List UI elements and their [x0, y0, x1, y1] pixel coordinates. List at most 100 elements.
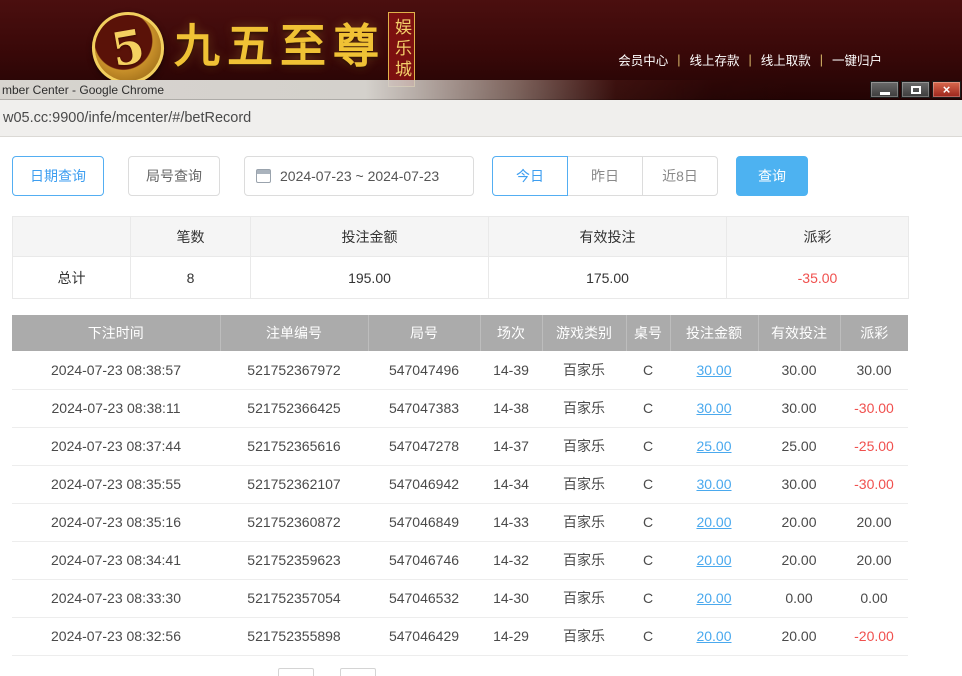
cell-game-type: 百家乐	[542, 465, 626, 503]
casino-logo: 5 九五至尊 娱乐城	[92, 4, 415, 88]
coin-logo-icon: 5	[86, 6, 169, 89]
window-title: mber Center - Google Chrome	[2, 80, 164, 100]
minimize-button[interactable]	[870, 81, 899, 98]
cell-valid-bet: 30.00	[758, 389, 840, 427]
round-query-button[interactable]: 局号查询	[128, 156, 220, 196]
cell-table-number: C	[626, 617, 670, 655]
date-range-input[interactable]: 2024-07-23 ~ 2024-07-23	[244, 156, 474, 196]
cell-payout: -30.00	[840, 389, 908, 427]
table-row: 2024-07-23 08:37:44521752365616547047278…	[12, 427, 908, 465]
pagination-button[interactable]	[278, 668, 314, 676]
logo-title: 九五至尊	[174, 4, 386, 88]
close-button[interactable]: ×	[932, 81, 961, 98]
bet-record-table: 下注时间 注单编号 局号 场次 游戏类别 桌号 投注金额 有效投注 派彩 202…	[12, 315, 908, 656]
cell-round-number: 547047496	[368, 351, 480, 389]
popup-window: mber Center - Google Chrome × w05.cc:990…	[0, 80, 962, 676]
header-bet-amount: 投注金额	[670, 315, 758, 351]
cell-session: 14-39	[480, 351, 542, 389]
summary-total-label: 总计	[13, 257, 131, 299]
cell-payout: 0.00	[840, 579, 908, 617]
cell-bet-amount-link[interactable]: 20.00	[670, 617, 758, 655]
summary-header-empty	[13, 217, 131, 257]
pagination	[278, 668, 962, 676]
yesterday-button[interactable]: 昨日	[567, 156, 643, 196]
cell-payout: -25.00	[840, 427, 908, 465]
table-row: 2024-07-23 08:38:11521752366425547047383…	[12, 389, 908, 427]
cell-bet-time: 2024-07-23 08:35:16	[12, 503, 220, 541]
summary-bet-amount-value: 195.00	[251, 257, 489, 299]
cell-table-number: C	[626, 389, 670, 427]
maximize-icon	[911, 86, 921, 94]
cell-session: 14-29	[480, 617, 542, 655]
header-session: 场次	[480, 315, 542, 351]
cell-bet-id: 521752357054	[220, 579, 368, 617]
date-query-button[interactable]: 日期查询	[12, 156, 104, 196]
minimize-icon	[880, 92, 890, 95]
summary-table: 笔数 投注金额 有效投注 派彩 总计 8 195.00 175.00 -35.0…	[12, 216, 909, 299]
window-controls: ×	[870, 81, 961, 98]
nav-link-member-center[interactable]: 会员中心	[618, 50, 668, 69]
summary-payout-value: -35.00	[727, 257, 909, 299]
window-body: w05.cc:9900/infe/mcenter/#/betRecord 日期查…	[0, 100, 962, 676]
cell-bet-amount-link[interactable]: 20.00	[670, 503, 758, 541]
cell-bet-amount-link[interactable]: 30.00	[670, 351, 758, 389]
summary-count-value: 8	[131, 257, 251, 299]
cell-round-number: 547046532	[368, 579, 480, 617]
cell-game-type: 百家乐	[542, 541, 626, 579]
cell-valid-bet: 20.00	[758, 503, 840, 541]
cell-round-number: 547046849	[368, 503, 480, 541]
header-bet-id: 注单编号	[220, 315, 368, 351]
close-icon: ×	[943, 82, 951, 97]
cell-session: 14-38	[480, 389, 542, 427]
header-valid-bet: 有效投注	[758, 315, 840, 351]
nav-separator: |	[820, 53, 823, 67]
pagination-button[interactable]	[340, 668, 376, 676]
cell-bet-id: 521752362107	[220, 465, 368, 503]
cell-round-number: 547047383	[368, 389, 480, 427]
summary-valid-bet-value: 175.00	[489, 257, 727, 299]
search-button[interactable]: 查询	[736, 156, 808, 196]
cell-bet-amount-link[interactable]: 20.00	[670, 579, 758, 617]
cell-bet-time: 2024-07-23 08:37:44	[12, 427, 220, 465]
cell-bet-amount-link[interactable]: 30.00	[670, 465, 758, 503]
cell-valid-bet: 25.00	[758, 427, 840, 465]
cell-game-type: 百家乐	[542, 427, 626, 465]
cell-bet-id: 521752355898	[220, 617, 368, 655]
cell-round-number: 547046746	[368, 541, 480, 579]
cell-bet-time: 2024-07-23 08:33:30	[12, 579, 220, 617]
cell-payout: 30.00	[840, 351, 908, 389]
cell-bet-amount-link[interactable]: 30.00	[670, 389, 758, 427]
cell-payout: 20.00	[840, 541, 908, 579]
summary-header-valid-bet: 有效投注	[489, 217, 727, 257]
table-row: 2024-07-23 08:32:56521752355898547046429…	[12, 617, 908, 655]
cell-valid-bet: 20.00	[758, 617, 840, 655]
cell-table-number: C	[626, 579, 670, 617]
cell-table-number: C	[626, 503, 670, 541]
cell-bet-amount-link[interactable]: 20.00	[670, 541, 758, 579]
window-title-bar[interactable]: mber Center - Google Chrome ×	[0, 80, 962, 100]
summary-header-row: 笔数 投注金额 有效投注 派彩	[13, 217, 909, 257]
table-row: 2024-07-23 08:35:55521752362107547046942…	[12, 465, 908, 503]
cell-bet-time: 2024-07-23 08:35:55	[12, 465, 220, 503]
today-button[interactable]: 今日	[492, 156, 568, 196]
cell-table-number: C	[626, 427, 670, 465]
nav-link-deposit[interactable]: 线上存款	[689, 50, 739, 69]
cell-session: 14-32	[480, 541, 542, 579]
header-round-number: 局号	[368, 315, 480, 351]
cell-payout: -30.00	[840, 465, 908, 503]
cell-bet-id: 521752367972	[220, 351, 368, 389]
nav-link-withdraw[interactable]: 线上取款	[761, 50, 811, 69]
cell-round-number: 547046942	[368, 465, 480, 503]
cell-round-number: 547047278	[368, 427, 480, 465]
cell-bet-amount-link[interactable]: 25.00	[670, 427, 758, 465]
cell-bet-time: 2024-07-23 08:38:11	[12, 389, 220, 427]
bet-record-page: 日期查询 局号查询 2024-07-23 ~ 2024-07-23 今日 昨日 …	[0, 137, 962, 676]
nav-link-one-key-transfer[interactable]: 一键归户	[832, 50, 882, 69]
nav-separator: |	[748, 53, 751, 67]
cell-session: 14-34	[480, 465, 542, 503]
header-table-number: 桌号	[626, 315, 670, 351]
maximize-button[interactable]	[901, 81, 930, 98]
last8days-button[interactable]: 近8日	[642, 156, 718, 196]
cell-session: 14-33	[480, 503, 542, 541]
cell-valid-bet: 30.00	[758, 351, 840, 389]
